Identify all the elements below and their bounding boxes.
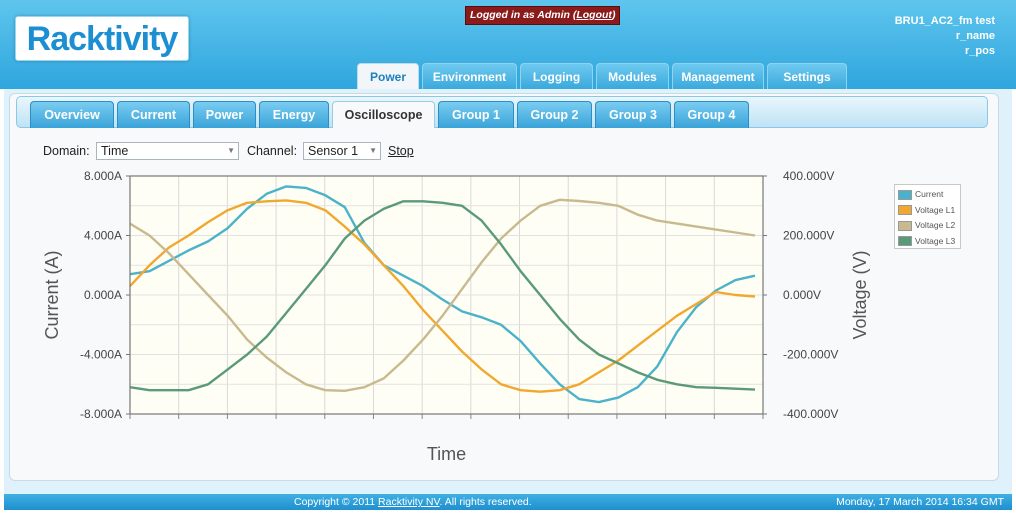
legend-swatch: [898, 205, 912, 216]
left-tick-label: -8.000A: [80, 407, 122, 421]
datetime-display: Monday, 17 March 2014 16:34 GMT: [836, 496, 1004, 508]
copyright-prefix: Copyright © 2011: [294, 496, 379, 508]
left-tick-label: 4.000A: [84, 229, 122, 243]
left-tick-label: 0.000A: [84, 288, 122, 302]
legend-label: Voltage L3: [915, 235, 956, 246]
legend-swatch: [898, 189, 912, 200]
legend-label: Voltage L2: [915, 220, 956, 230]
footer-bar: Copyright © 2011 Racktivity NV. All righ…: [4, 494, 1012, 510]
copyright-suffix: . All rights reserved.: [439, 496, 532, 508]
oscilloscope-chart: 8.000A 4.000A 0.000A -4.000A -8.000A 400.000V…: [42, 169, 870, 464]
left-tick-label: -4.000A: [80, 348, 122, 362]
right-tick-label: -400.000V: [783, 407, 838, 421]
racktivity-link[interactable]: Racktivity NV: [378, 496, 439, 508]
legend-swatch: [898, 236, 912, 247]
x-axis-label: Time: [427, 444, 466, 464]
right-tick-label: 0.000V: [783, 288, 821, 302]
y-axis-label-right: Voltage (V): [850, 250, 870, 339]
copyright-text: Copyright © 2011 Racktivity NV. All righ…: [294, 494, 532, 510]
legend-swatch: [898, 220, 912, 231]
legend-label: Voltage L1: [915, 204, 956, 215]
legend-item-voltage-l2: Voltage L2: [898, 218, 957, 234]
right-tick-label: 200.000V: [783, 229, 834, 243]
chart-legend: Current Voltage L1 Voltage L2 Voltage L3: [894, 184, 961, 249]
legend-item-current: Current: [898, 187, 957, 203]
y-axis-label-left: Current (A): [42, 250, 62, 339]
left-tick-label: 8.000A: [84, 169, 122, 183]
right-tick-label: -200.000V: [783, 348, 838, 362]
legend-item-voltage-l3: Voltage L3: [898, 234, 957, 250]
legend-label: Current: [915, 189, 944, 199]
right-tick-label: 400.000V: [783, 169, 834, 183]
legend-item-voltage-l1: Voltage L1: [898, 203, 957, 219]
